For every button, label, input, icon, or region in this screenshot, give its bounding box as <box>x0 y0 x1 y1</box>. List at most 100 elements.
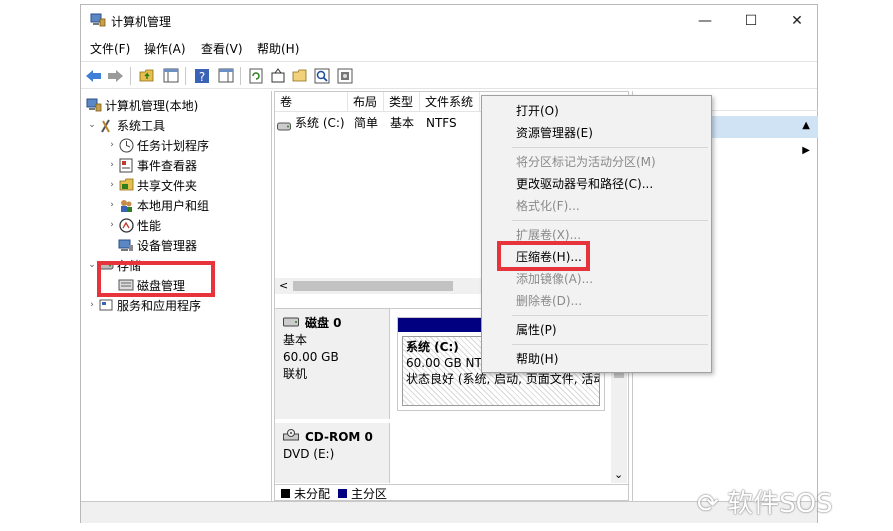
shrink-volume-highlight <box>497 241 590 271</box>
menu-separator <box>512 220 708 221</box>
watermark-text: 软件SOS <box>727 489 833 519</box>
tools-icon <box>98 117 114 133</box>
toolbar-separator <box>130 67 131 85</box>
cdrom-name: CD-ROM 0 <box>305 430 373 444</box>
properties-pane-icon[interactable] <box>217 67 234 84</box>
menu-item-format[interactable]: 格式化(F)... <box>516 196 580 216</box>
show-tree-icon[interactable] <box>162 67 179 84</box>
column-header-layout[interactable]: 布局 <box>348 92 384 112</box>
volume-name: 系统 (C:) <box>295 116 345 130</box>
svg-text:?: ? <box>198 70 204 84</box>
disk-size: 60.00 GB <box>283 350 339 364</box>
watermark-logo-icon: ⟳ <box>697 489 719 519</box>
cdrom-icon <box>283 429 299 446</box>
shared-folder-icon <box>118 177 134 193</box>
settings-icon[interactable] <box>269 67 286 84</box>
chevron-right-icon[interactable]: › <box>86 300 98 310</box>
back-arrow-icon[interactable] <box>85 67 102 84</box>
legend-unallocated: 未分配 <box>294 487 331 501</box>
up-folder-icon[interactable] <box>138 67 155 84</box>
minimize-button[interactable]: — <box>682 5 728 37</box>
volume-layout: 简单 <box>354 116 379 130</box>
tree-item-root[interactable]: 计算机管理(本地) <box>86 96 198 114</box>
tree-item-performance[interactable]: › 性能 <box>106 216 161 234</box>
menu-separator <box>512 315 708 316</box>
partition-health: 状态良好 (系统, 启动, 页面文件, 活动 <box>406 372 600 386</box>
volume-context-menu: 打开(O) 资源管理器(E) 将分区标记为活动分区(M) 更改驱动器号和路径(C… <box>481 95 712 373</box>
computer-management-icon <box>86 97 102 113</box>
menu-item-properties[interactable]: 属性(P) <box>516 320 557 340</box>
toolbar: ? <box>81 61 817 89</box>
menu-help[interactable]: 帮助(H) <box>257 40 299 57</box>
tree-item-services[interactable]: › 服务和应用程序 <box>86 296 201 314</box>
tree-item-shared-folders[interactable]: › 共享文件夹 <box>106 176 197 194</box>
tree-item-device-manager[interactable]: 设备管理器 <box>118 236 197 254</box>
open-folder-icon[interactable] <box>291 67 308 84</box>
chevron-down-icon[interactable]: ⌄ <box>86 120 98 130</box>
scrollbar-thumb[interactable] <box>293 281 453 291</box>
scroll-down-icon[interactable]: ⌄ <box>614 468 623 481</box>
forward-arrow-icon[interactable] <box>107 67 124 84</box>
menu-item-delete-volume[interactable]: 删除卷(D)... <box>516 291 582 311</box>
computer-management-icon <box>90 13 106 27</box>
tree-item-task-scheduler[interactable]: › 任务计划程序 <box>106 136 209 154</box>
users-icon <box>118 197 134 213</box>
clock-icon <box>118 137 134 153</box>
menu-bar: 文件(F) 操作(A) 查看(V) 帮助(H) <box>81 37 817 59</box>
chevron-right-icon[interactable]: › <box>106 160 118 170</box>
chevron-right-icon[interactable]: › <box>106 220 118 230</box>
legend-swatch-unallocated <box>281 489 290 498</box>
legend-primary: 主分区 <box>351 487 388 501</box>
tree-item-local-users[interactable]: › 本地用户和组 <box>106 196 209 214</box>
refresh-icon[interactable] <box>247 67 264 84</box>
disk-status: 联机 <box>283 367 308 381</box>
menu-item-open[interactable]: 打开(O) <box>516 101 559 121</box>
window-title: 计算机管理 <box>111 15 172 29</box>
column-header-type[interactable]: 类型 <box>384 92 420 112</box>
event-log-icon <box>118 157 134 173</box>
performance-icon <box>118 217 134 233</box>
search-icon[interactable] <box>313 67 330 84</box>
device-manager-icon <box>118 237 134 253</box>
tree-item-event-viewer[interactable]: › 事件查看器 <box>106 156 197 174</box>
menu-item-mark-active[interactable]: 将分区标记为活动分区(M) <box>516 152 656 172</box>
legend-swatch-primary <box>338 489 348 498</box>
menu-item-help[interactable]: 帮助(H) <box>516 349 558 369</box>
disk-icon <box>283 315 299 332</box>
help-icon[interactable]: ? <box>193 67 210 84</box>
cdrom-0-info[interactable]: CD-ROM 0 DVD (E:) <box>275 423 390 483</box>
menu-item-change-drive-letter[interactable]: 更改驱动器号和路径(C)... <box>516 174 653 194</box>
watermark: ⟳ 软件SOS <box>697 483 833 520</box>
cdrom-type: DVD (E:) <box>283 447 335 461</box>
services-icon <box>98 297 114 313</box>
menu-view[interactable]: 查看(V) <box>201 40 243 57</box>
tree-item-system-tools[interactable]: ⌄ 系统工具 <box>86 116 165 134</box>
volume-drive-icon <box>277 118 291 136</box>
close-button[interactable]: ✕ <box>774 5 820 37</box>
menu-action[interactable]: 操作(A) <box>144 40 186 57</box>
column-header-volume[interactable]: 卷 <box>275 92 348 112</box>
collapse-icon[interactable]: ▲ <box>802 120 810 131</box>
volume-type: 基本 <box>390 116 415 130</box>
toolbar-separator <box>240 67 241 85</box>
title-bar: 计算机管理 — ☐ ✕ <box>81 5 817 37</box>
menu-item-add-mirror[interactable]: 添加镜像(A)... <box>516 269 593 289</box>
menu-separator <box>512 147 708 148</box>
menu-file[interactable]: 文件(F) <box>90 40 130 57</box>
volume-filesystem: NTFS <box>426 116 457 130</box>
menu-item-explorer[interactable]: 资源管理器(E) <box>516 123 593 143</box>
partition-legend: 未分配 主分区 <box>275 484 628 502</box>
disk-management-highlight <box>97 261 215 297</box>
menu-separator <box>512 344 708 345</box>
disk-tool-icon[interactable] <box>336 67 353 84</box>
maximize-button[interactable]: ☐ <box>728 5 774 37</box>
disk-0-info[interactable]: 磁盘 0 基本 60.00 GB 联机 <box>275 309 390 419</box>
more-actions-icon[interactable]: ▶ <box>802 145 810 156</box>
column-header-filesystem[interactable]: 文件系统 <box>420 92 480 112</box>
disk-name: 磁盘 0 <box>305 316 342 330</box>
chevron-right-icon[interactable]: › <box>106 200 118 210</box>
scroll-left-icon[interactable]: < <box>279 278 288 294</box>
chevron-right-icon[interactable]: › <box>106 180 118 190</box>
disk-type: 基本 <box>283 333 308 347</box>
chevron-right-icon[interactable]: › <box>106 140 118 150</box>
